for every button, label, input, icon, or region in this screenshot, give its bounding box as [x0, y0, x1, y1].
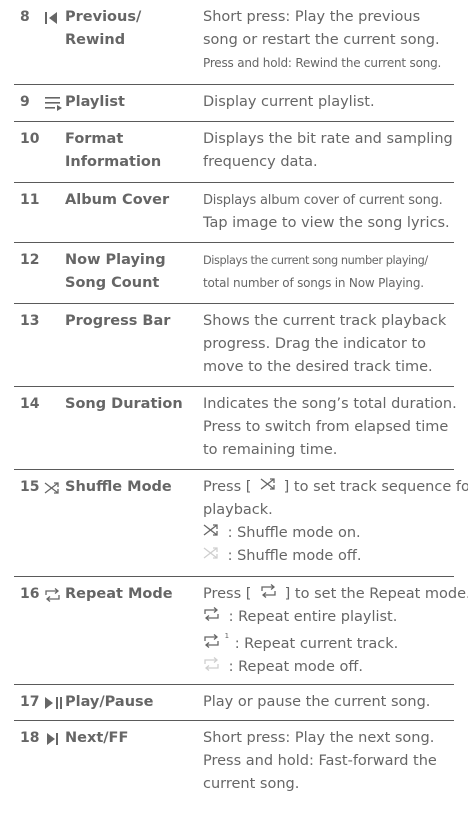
- row-number: 10: [20, 131, 40, 147]
- repeat-off-icon: [204, 656, 219, 671]
- row-label: Playlist: [65, 94, 125, 110]
- row-number: 16: [20, 586, 40, 602]
- play-pause-icon: [44, 696, 66, 712]
- row-description: Displays album cover of current song. Ta…: [203, 193, 450, 231]
- table-row: 13 Progress Bar Shows the current track …: [14, 304, 454, 387]
- row-description: Play or pause the current song.: [203, 694, 431, 710]
- table-row: 11 Album Cover Displays album cover of c…: [14, 183, 454, 243]
- shuffle-on-icon: [203, 524, 218, 536]
- table-row: 12 Now Playing Song Count Displays the c…: [14, 243, 454, 304]
- row-label: Shuffle Mode: [65, 479, 172, 495]
- playlist-icon: [44, 95, 66, 111]
- row-label: Album Cover: [65, 192, 170, 208]
- repeat-all-icon: [204, 607, 219, 621]
- next-icon: [44, 732, 66, 748]
- row-label: Format Information: [65, 131, 162, 170]
- row-number: 11: [20, 192, 40, 208]
- table-row: 10 Format Information Displays the bit r…: [14, 122, 454, 183]
- row-description: Shows the current track playback progres…: [203, 313, 447, 375]
- row-description: Short press: Play the next song. Press a…: [203, 730, 437, 792]
- row-label: Now Playing Song Count: [65, 252, 166, 291]
- repeat-one-mark: 1: [224, 632, 230, 640]
- shuffle-icon: [44, 481, 66, 497]
- repeat-icon: [44, 588, 66, 604]
- table-row: 14 Song Duration Indicates the song’s to…: [14, 387, 457, 470]
- table-row: 15 Shuffle Mode Press [ ] to set track s…: [14, 470, 468, 577]
- row-description: Indicates the song’s total duration. Pre…: [203, 396, 457, 458]
- row-description: Display current playlist.: [203, 94, 375, 110]
- repeat-one-icon: [204, 633, 219, 648]
- shuffle-off-icon: [203, 547, 218, 559]
- row-number: 17: [20, 694, 40, 710]
- row-description: Press [ ] to set track sequence for play…: [203, 478, 468, 564]
- row-description: Press [ ] to set the Repeat mode. : Repe…: [203, 584, 468, 675]
- row-label: Repeat Mode: [65, 586, 173, 602]
- row-label: Next/FF: [65, 730, 129, 746]
- row-number: 8: [20, 9, 30, 25]
- row-number: 9: [20, 94, 30, 110]
- row-label: Previous/ Rewind: [65, 9, 142, 48]
- row-label: Progress Bar: [65, 313, 171, 329]
- table-row: 9 Playlist Display current playlist.: [14, 85, 454, 122]
- row-description: Displays the bit rate and sampling frequ…: [203, 131, 453, 170]
- row-description: Short press: Play the previous song or r…: [203, 9, 442, 70]
- row-number: 12: [20, 252, 40, 268]
- row-number: 13: [20, 313, 40, 329]
- row-label: Song Duration: [65, 396, 183, 412]
- rewind-icon: [44, 11, 66, 27]
- table-row: 18 Next/FF Short press: Play the next so…: [14, 721, 454, 825]
- row-number: 15: [20, 479, 40, 495]
- row-number: 14: [20, 396, 40, 412]
- repeat-icon: [261, 584, 276, 598]
- table-row: 16 Repeat Mode Press [ ] to set the Repe…: [14, 577, 468, 685]
- row-number: 18: [20, 730, 40, 746]
- shuffle-icon: [260, 478, 275, 490]
- row-description: Displays the current song number playing…: [203, 254, 428, 290]
- row-label: Play/Pause: [65, 694, 154, 710]
- table-row: 17 Play/Pause Play or pause the current …: [14, 685, 454, 721]
- table-row: 8 Previous/ Rewind Short press: Play the…: [14, 0, 454, 85]
